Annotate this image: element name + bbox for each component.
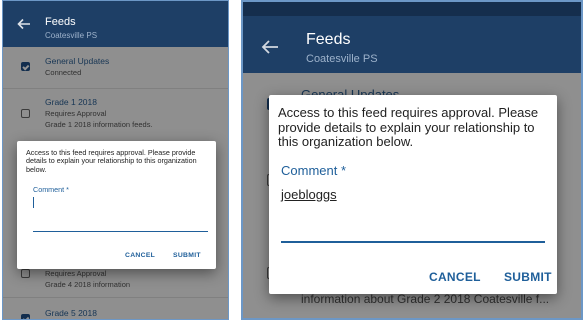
cancel-button[interactable]: CANCEL bbox=[125, 252, 155, 259]
comment-input-underline bbox=[281, 241, 545, 243]
comment-input[interactable]: joebloggs bbox=[281, 187, 337, 202]
comment-input-underline bbox=[33, 231, 208, 232]
dialog-message: Access to this feed requires approval. P… bbox=[26, 148, 197, 174]
status-bar bbox=[243, 2, 581, 16]
left-phone-screen: Feeds Coatesville PS General Updates Con… bbox=[2, 0, 229, 320]
submit-button[interactable]: SUBMIT bbox=[173, 252, 201, 259]
page-title: Feeds bbox=[45, 16, 76, 28]
cancel-button[interactable]: CANCEL bbox=[429, 270, 481, 284]
arrow-left-icon[interactable] bbox=[261, 38, 279, 56]
page-subtitle: Coatesville PS bbox=[45, 31, 98, 40]
arrow-left-icon[interactable] bbox=[17, 17, 31, 31]
submit-button[interactable]: SUBMIT bbox=[504, 270, 552, 284]
right-phone-screen: Feeds Coatesville PS General Updates inf… bbox=[241, 0, 583, 320]
comment-input[interactable] bbox=[33, 195, 208, 231]
approval-dialog: Access to this feed requires approval. P… bbox=[269, 95, 557, 294]
app-bar: Feeds Coatesville PS bbox=[243, 16, 581, 73]
comment-label: Comment * bbox=[33, 185, 69, 194]
comment-label: Comment * bbox=[281, 163, 347, 178]
page-subtitle: Coatesville PS bbox=[306, 53, 378, 65]
dialog-message: Access to this feed requires approval. P… bbox=[278, 105, 539, 149]
page-title: Feeds bbox=[306, 31, 351, 48]
approval-dialog: Access to this feed requires approval. P… bbox=[17, 141, 216, 269]
app-bar: Feeds Coatesville PS bbox=[3, 1, 228, 47]
